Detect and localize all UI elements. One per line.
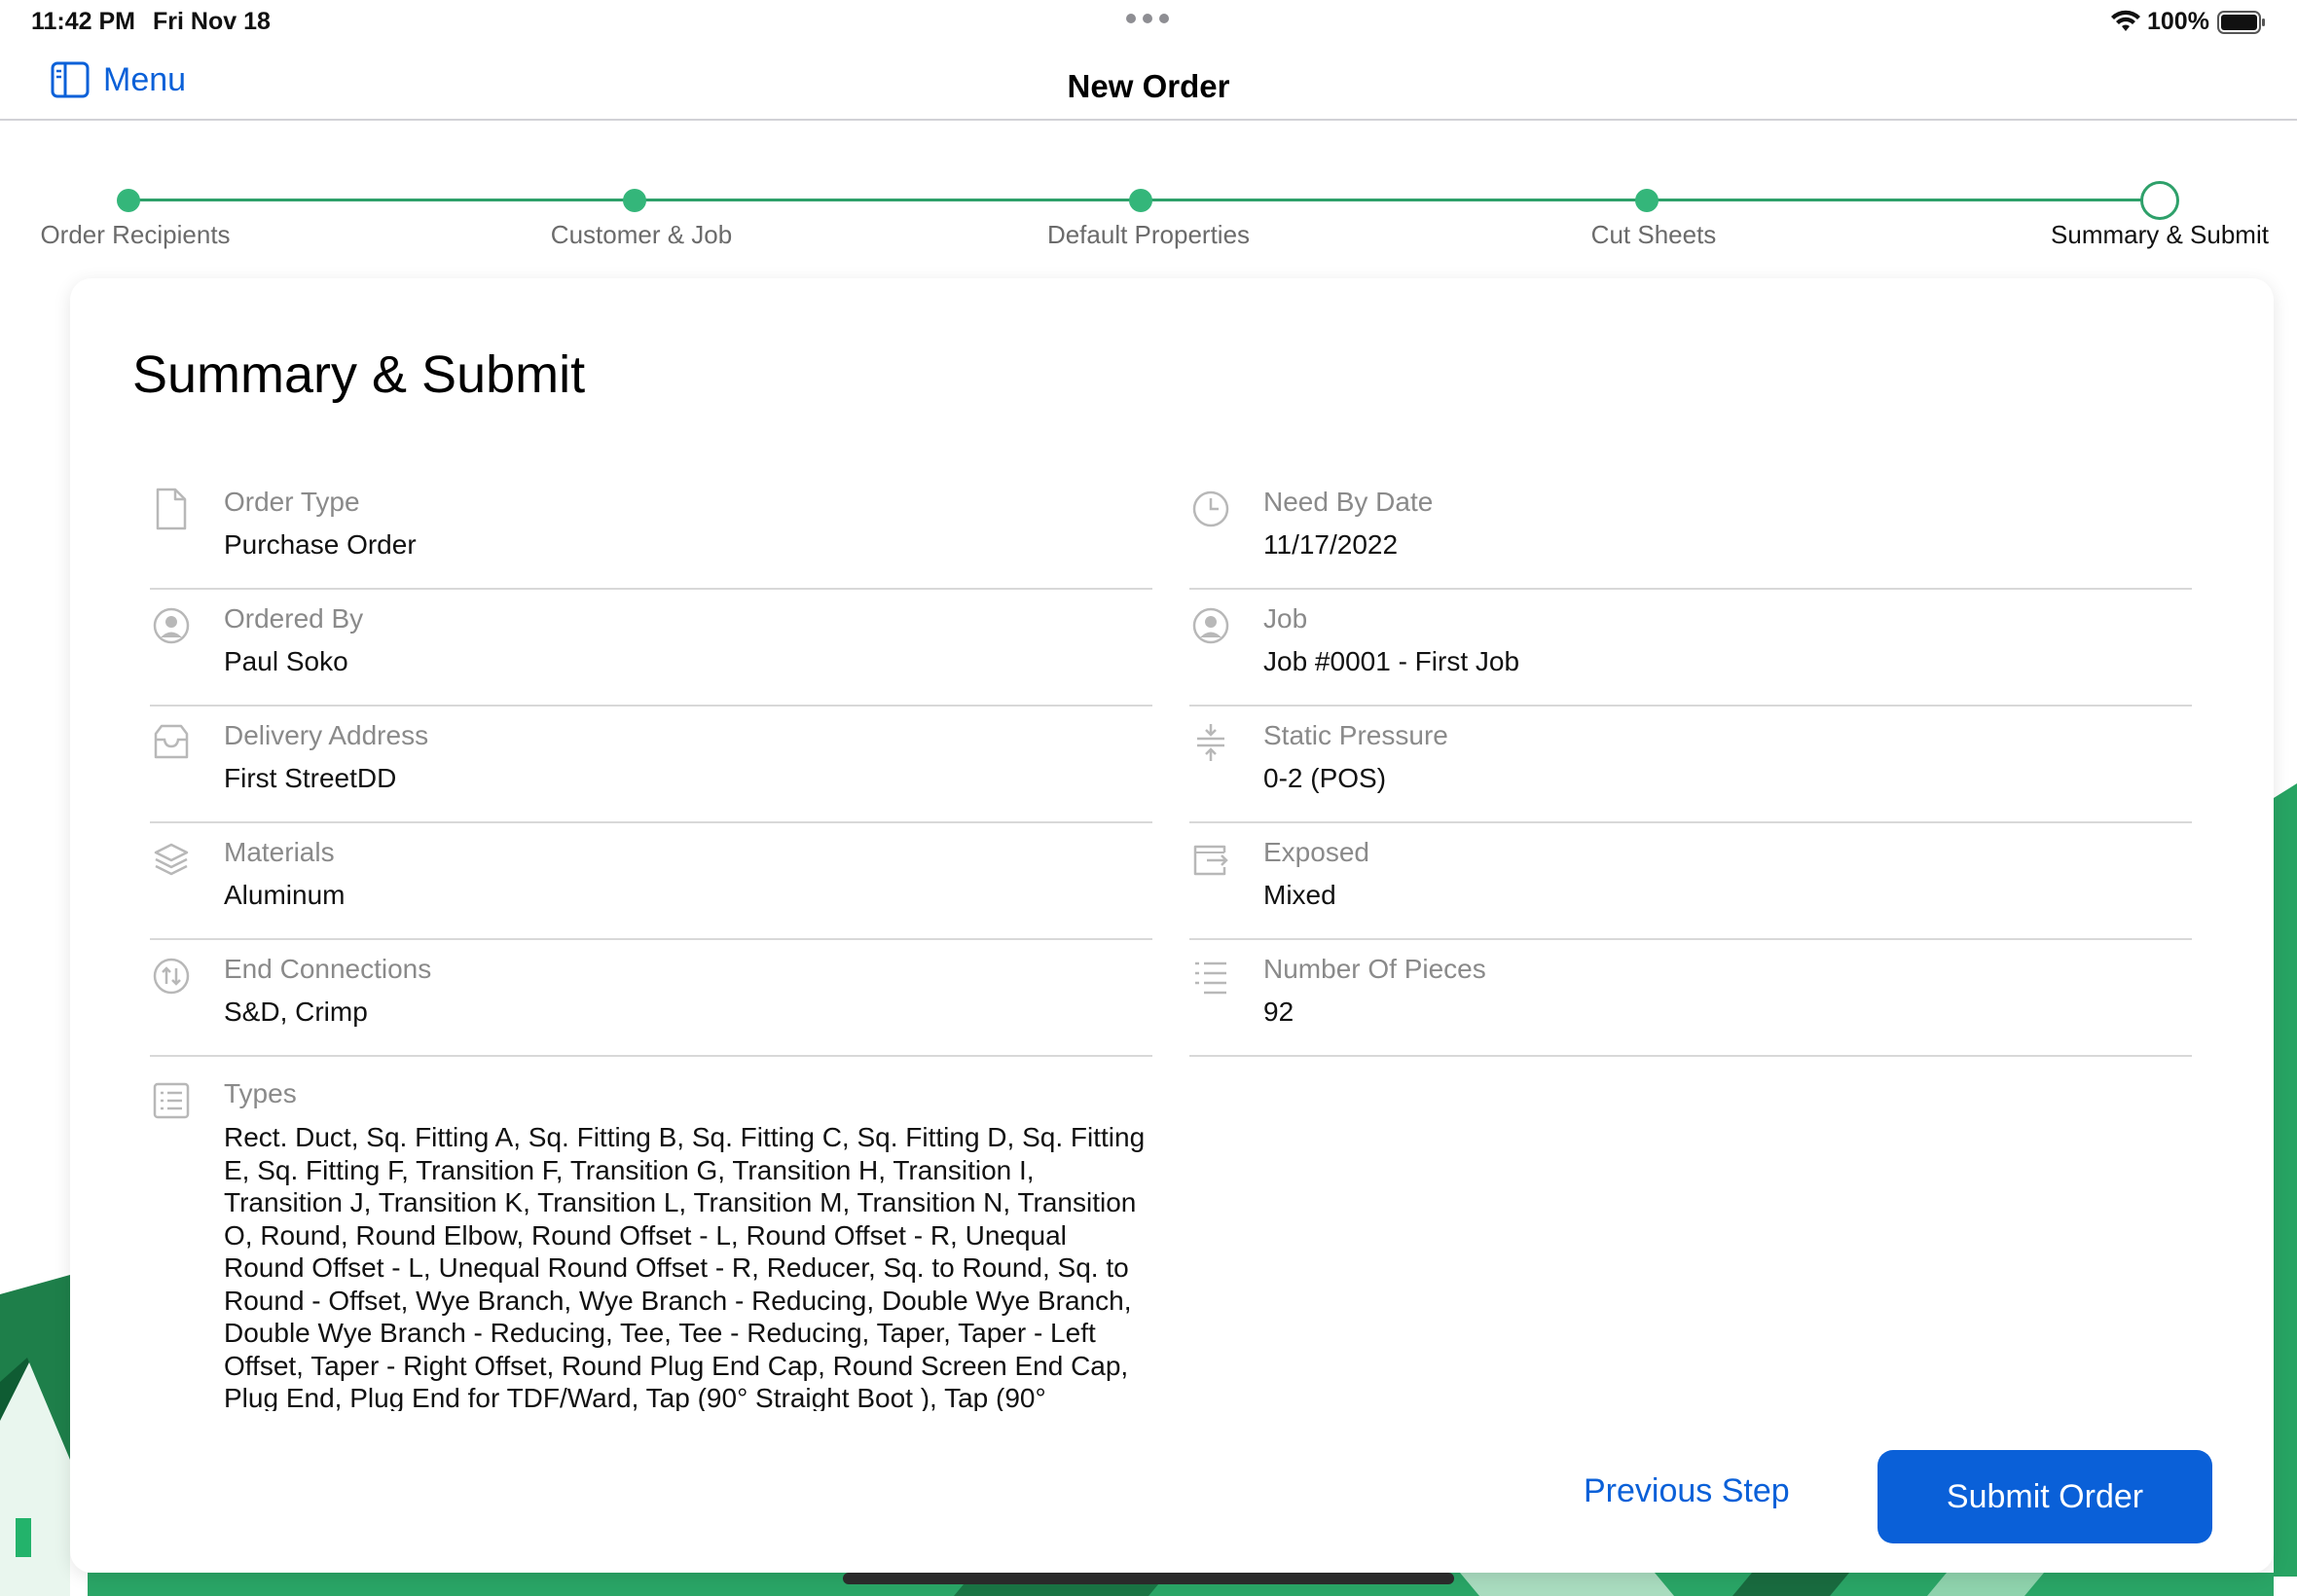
numbered-list-icon [1195, 961, 1226, 995]
ordered-by-value: Paul Soko [224, 646, 348, 676]
battery-percentage: 100% [2147, 8, 2209, 35]
field-delivery-address: Delivery Address First StreetDD [150, 707, 1152, 823]
step-label-summary-submit[interactable]: Summary & Submit [2051, 220, 2269, 250]
end-connections-value: S&D, Crimp [224, 997, 368, 1027]
page-title: New Order [1067, 68, 1230, 104]
compress-icon [1197, 724, 1224, 761]
person-icon [153, 607, 190, 644]
static-pressure-label: Static Pressure [1263, 720, 1448, 750]
delivery-address-value: First StreetDD [224, 763, 397, 793]
order-type-label: Order Type [224, 487, 360, 517]
clock-icon [1192, 490, 1229, 527]
exposed-value: Mixed [1263, 880, 1336, 910]
field-job: Job Job #0001 - First Job [1189, 590, 2192, 707]
field-types: Types Rect. Duct, Sq. Fitting A, Sq. Fit… [150, 1065, 1152, 1411]
order-type-value: Purchase Order [224, 529, 417, 560]
need-by-date-label: Need By Date [1263, 487, 1434, 517]
status-time: 11:42 PM [31, 8, 136, 35]
materials-value: Aluminum [224, 880, 346, 910]
wifi-icon [2111, 10, 2140, 31]
previous-step-button[interactable]: Previous Step [1584, 1462, 1790, 1520]
battery-icon [2217, 11, 2265, 34]
status-date: Fri Nov 18 [153, 8, 271, 35]
field-order-type: Order Type Purchase Order [150, 473, 1152, 590]
step-label-customer-job[interactable]: Customer & Job [551, 220, 732, 250]
step-label-default-properties[interactable]: Default Properties [1047, 220, 1250, 250]
person-icon [1192, 607, 1229, 644]
number-of-pieces-value: 92 [1263, 997, 1294, 1027]
step-dot-customer-job[interactable] [623, 189, 646, 212]
status-bar: 11:42 PM Fri Nov 18 100% [0, 0, 2297, 45]
swap-circle-icon [153, 958, 190, 995]
field-static-pressure: Static Pressure 0-2 (POS) [1189, 707, 2192, 823]
number-of-pieces-label: Number Of Pieces [1263, 954, 1486, 984]
step-dot-default-properties[interactable] [1129, 189, 1152, 212]
field-end-connections: End Connections S&D, Crimp [150, 940, 1152, 1057]
end-connections-label: End Connections [224, 954, 432, 984]
ordered-by-label: Ordered By [224, 603, 364, 634]
field-need-by-date: Need By Date 11/17/2022 [1189, 473, 2192, 590]
step-label-cut-sheets[interactable]: Cut Sheets [1591, 220, 1717, 250]
summary-title: Summary & Submit [132, 345, 586, 404]
static-pressure-value: 0-2 (POS) [1263, 763, 1387, 793]
multitasking-dots-icon[interactable] [1126, 14, 1169, 23]
summary-card: Summary & Submit Order Type Purchase Ord… [70, 278, 2274, 1573]
step-dot-cut-sheets[interactable] [1635, 189, 1659, 212]
navigation-bar: Menu New Order [0, 45, 2297, 121]
types-label: Types [224, 1078, 297, 1108]
field-ordered-by: Ordered By Paul Soko [150, 590, 1152, 707]
submit-order-button[interactable]: Submit Order [1878, 1450, 2212, 1543]
step-dot-order-recipients[interactable] [117, 189, 140, 212]
exposed-label: Exposed [1263, 837, 1369, 867]
delivery-address-label: Delivery Address [224, 720, 429, 750]
types-value[interactable]: Rect. Duct, Sq. Fitting A, Sq. Fitting B… [224, 1121, 1148, 1411]
step-label-order-recipients[interactable]: Order Recipients [40, 220, 230, 250]
home-indicator[interactable] [843, 1573, 1454, 1584]
layers-icon [154, 843, 189, 876]
exit-box-icon [1193, 845, 1228, 876]
field-number-of-pieces: Number Of Pieces 92 [1189, 940, 2192, 1057]
materials-label: Materials [224, 837, 335, 867]
field-exposed: Exposed Mixed [1189, 823, 2192, 940]
progress-stepper: Order Recipients Customer & Job Default … [0, 121, 2297, 276]
job-label: Job [1263, 603, 1308, 634]
list-box-icon [153, 1082, 190, 1119]
tray-icon [154, 724, 189, 759]
document-icon [156, 488, 187, 530]
need-by-date-value: 11/17/2022 [1263, 529, 1399, 560]
field-materials: Materials Aluminum [150, 823, 1152, 940]
step-dot-summary-submit[interactable] [2140, 181, 2179, 220]
job-value: Job #0001 - First Job [1263, 646, 1520, 676]
